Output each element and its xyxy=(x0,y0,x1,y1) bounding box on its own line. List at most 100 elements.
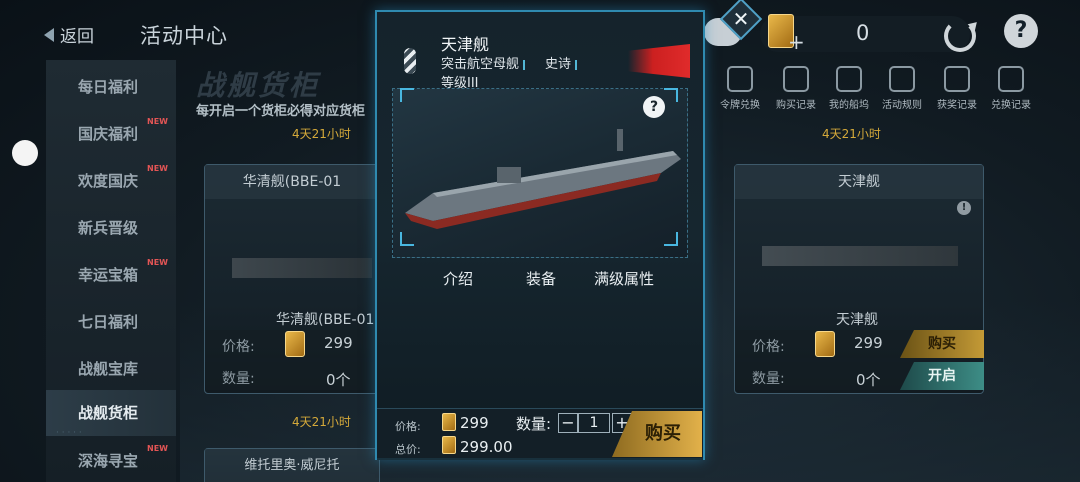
qty-label: 数量: xyxy=(752,371,785,387)
sidebar-item-national-day[interactable]: 国庆福利 NEW xyxy=(46,111,176,157)
prize-history-button[interactable]: 获奖记录 xyxy=(928,66,986,111)
quick-action-label: 兑换记录 xyxy=(991,100,1031,111)
page-title: 活动中心 xyxy=(140,24,228,48)
sidebar-item-celebrate[interactable]: 欢度国庆 NEW xyxy=(46,158,176,204)
shield-icon xyxy=(727,66,753,92)
purchase-history-button[interactable]: 购买记录 xyxy=(767,66,825,111)
preview-corner xyxy=(664,88,678,102)
separator xyxy=(575,59,578,70)
ship-preview xyxy=(392,88,688,258)
container-card-vittorio[interactable]: 维托里奥·威尼托 xyxy=(204,448,380,482)
buy-button[interactable]: 购买 xyxy=(900,330,984,358)
quick-action-label: 获奖记录 xyxy=(937,100,977,111)
new-badge: NEW xyxy=(147,117,168,126)
card-price: 299 xyxy=(854,334,883,352)
sidebar-item-warship-vault[interactable]: 战舰宝库 xyxy=(46,346,176,392)
event-rules-button[interactable]: 活动规则 xyxy=(873,66,931,111)
calendar-icon xyxy=(998,66,1024,92)
ship-rarity-label: 史诗 xyxy=(545,57,572,72)
my-dock-button[interactable]: 我的船坞 xyxy=(820,66,878,111)
back-label: 返回 xyxy=(60,27,94,47)
sidebar-item-label: 幸运宝箱 xyxy=(78,266,139,284)
card-ship-name: 天津舰 xyxy=(836,312,878,328)
open-button[interactable]: 开启 xyxy=(900,362,984,390)
ship-icon xyxy=(836,66,862,92)
quick-action-label: 购买记录 xyxy=(776,100,816,111)
warship-image xyxy=(232,258,372,278)
aircraft-carrier-image xyxy=(405,129,681,229)
new-badge: NEW xyxy=(147,258,168,267)
price-label: 价格: xyxy=(752,339,785,355)
sidebar-item-daily[interactable]: 每日福利 xyxy=(46,64,176,110)
calendar-icon xyxy=(944,66,970,92)
card-timer: 4天21小时 xyxy=(292,127,351,141)
total-label: 总价: xyxy=(395,443,421,456)
gold-card-currency-icon xyxy=(442,413,456,431)
card-qty: 0个 xyxy=(326,371,351,389)
card-header: 维托里奥·威尼托 xyxy=(205,449,379,482)
card-timer: 4天21小时 xyxy=(292,415,351,429)
exchange-history-button[interactable]: 兑换记录 xyxy=(982,66,1040,111)
new-badge: NEW xyxy=(147,164,168,173)
ship-type-label: 突击航空母舰 xyxy=(441,57,520,72)
container-card-tianjin[interactable]: 天津舰 xyxy=(734,164,984,394)
document-icon xyxy=(783,66,809,92)
currency-value: 0 xyxy=(856,21,870,45)
total-price: 299.00 xyxy=(460,438,513,456)
card-qty: 0个 xyxy=(856,371,881,389)
card-header: 华清舰(BBE-01 xyxy=(205,165,379,199)
add-currency-button[interactable]: + xyxy=(788,30,805,54)
card-ship-name: 华清舰(BBE-01 xyxy=(276,312,375,328)
sidebar-item-label: 七日福利 xyxy=(78,313,139,331)
ship-rarity: 史诗 xyxy=(545,53,581,72)
quantity-label: 数量: xyxy=(516,415,552,433)
decorative-dots: · · · · · xyxy=(56,428,82,438)
gold-card-currency-icon xyxy=(442,436,456,454)
section-title: 战舰货柜 xyxy=(196,69,321,102)
sidebar-item-deep-sea[interactable]: 深海寻宝 NEW xyxy=(46,438,176,482)
sidebar-item-label: 新兵晋级 xyxy=(78,219,139,237)
container-card-huaqing[interactable]: 华清舰(BBE-01 xyxy=(204,164,380,394)
ship-type: 突击航空母舰 xyxy=(441,53,529,72)
qty-label: 数量: xyxy=(222,371,255,387)
card-price: 299 xyxy=(324,334,353,352)
sidebar-item-label: 深海寻宝 xyxy=(78,452,139,470)
card-timer: 4天21小时 xyxy=(822,127,881,141)
card-header: 天津舰 xyxy=(735,165,983,199)
separator xyxy=(523,59,526,70)
tab-equipment[interactable]: 装备 xyxy=(526,268,556,289)
section-subtitle: 每开启一个货柜必得对应货柜 xyxy=(196,104,366,119)
back-arrow-icon xyxy=(44,27,54,42)
close-icon[interactable]: ✕ xyxy=(726,4,756,34)
info-icon[interactable]: ! xyxy=(957,201,971,215)
preview-corner xyxy=(664,232,678,246)
quantity-stepper-input[interactable]: 1 xyxy=(578,413,610,433)
sidebar-item-label: 国庆福利 xyxy=(78,125,139,143)
ship-class-badge-icon xyxy=(404,48,416,74)
floating-assist-dot[interactable] xyxy=(12,140,38,166)
sidebar-item-label: 战舰货柜 xyxy=(78,404,139,422)
rules-icon xyxy=(889,66,915,92)
price-label: 价格: xyxy=(222,339,255,355)
help-icon[interactable]: ? xyxy=(1004,14,1038,48)
quantity-decrement-button[interactable]: − xyxy=(558,413,578,433)
tab-max-level-attributes[interactable]: 满级属性 xyxy=(594,268,654,289)
gold-card-currency-icon xyxy=(815,331,835,357)
sidebar-item-label: 每日福利 xyxy=(78,78,139,96)
token-exchange-button[interactable]: 令牌兑换 xyxy=(711,66,769,111)
back-button[interactable]: 返回 xyxy=(44,22,94,47)
unit-price: 299 xyxy=(460,414,489,432)
refresh-icon[interactable] xyxy=(944,20,976,52)
sidebar-item-recruit[interactable]: 新兵晋级 xyxy=(46,205,176,251)
quick-action-label: 我的船坞 xyxy=(829,100,869,111)
sidebar-item-label: 战舰宝库 xyxy=(78,360,139,378)
new-badge: NEW xyxy=(147,444,168,453)
sidebar-item-lucky-box[interactable]: 幸运宝箱 NEW xyxy=(46,252,176,298)
tab-intro[interactable]: 介绍 xyxy=(443,268,473,289)
sidebar-item-label: 欢度国庆 xyxy=(78,172,139,190)
sidebar-item-seven-day[interactable]: 七日福利 xyxy=(46,299,176,345)
quick-action-label: 令牌兑换 xyxy=(720,100,760,111)
ship-name: 天津舰 xyxy=(441,35,490,54)
preview-help-icon[interactable]: ? xyxy=(643,96,665,118)
quick-action-label: 活动规则 xyxy=(882,100,922,111)
